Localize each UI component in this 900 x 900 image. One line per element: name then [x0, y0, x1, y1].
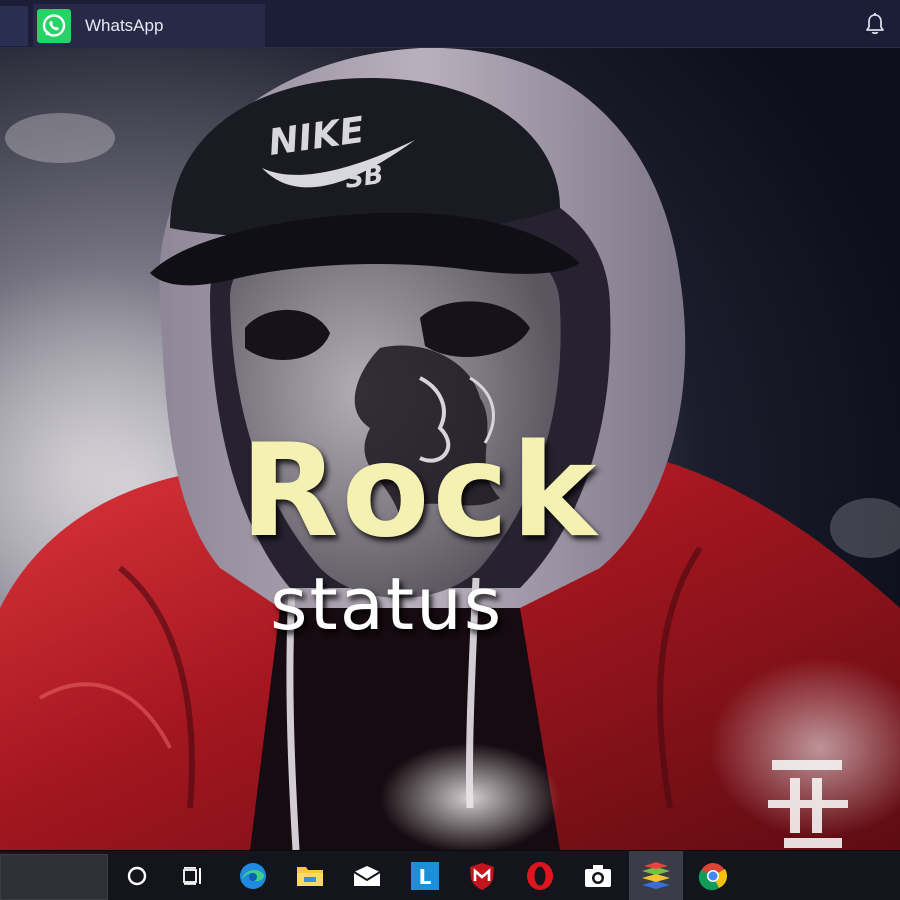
opera-icon[interactable] [524, 860, 556, 892]
taskbar: L [0, 850, 900, 900]
status-image: NIKE SB Rock status [0, 48, 900, 850]
cortana-circle-icon[interactable] [121, 860, 153, 892]
bluestacks-icon[interactable] [640, 860, 672, 892]
screen: WhatsApp NIKE SB Rock status L [0, 0, 900, 900]
overlay-title: Rock [240, 417, 600, 566]
taskbar-search-box[interactable] [0, 854, 108, 900]
file-explorer-icon[interactable] [294, 860, 326, 892]
overlay-subtitle: status [270, 562, 504, 646]
task-view-icon[interactable] [177, 860, 209, 892]
edge-browser-icon[interactable] [237, 860, 269, 892]
camera-icon[interactable] [582, 860, 614, 892]
mcafee-icon[interactable] [466, 860, 498, 892]
mail-icon[interactable] [351, 860, 383, 892]
chrome-icon[interactable] [697, 860, 729, 892]
l-app-icon[interactable]: L [409, 860, 441, 892]
top-bar: WhatsApp [0, 0, 900, 48]
whatsapp-icon [37, 9, 71, 43]
bell-icon[interactable] [864, 12, 886, 36]
back-tab-stub[interactable] [0, 6, 28, 46]
svg-text:L: L [419, 865, 432, 889]
tab-title: WhatsApp [85, 16, 164, 35]
tab-whatsapp[interactable]: WhatsApp [33, 4, 265, 48]
